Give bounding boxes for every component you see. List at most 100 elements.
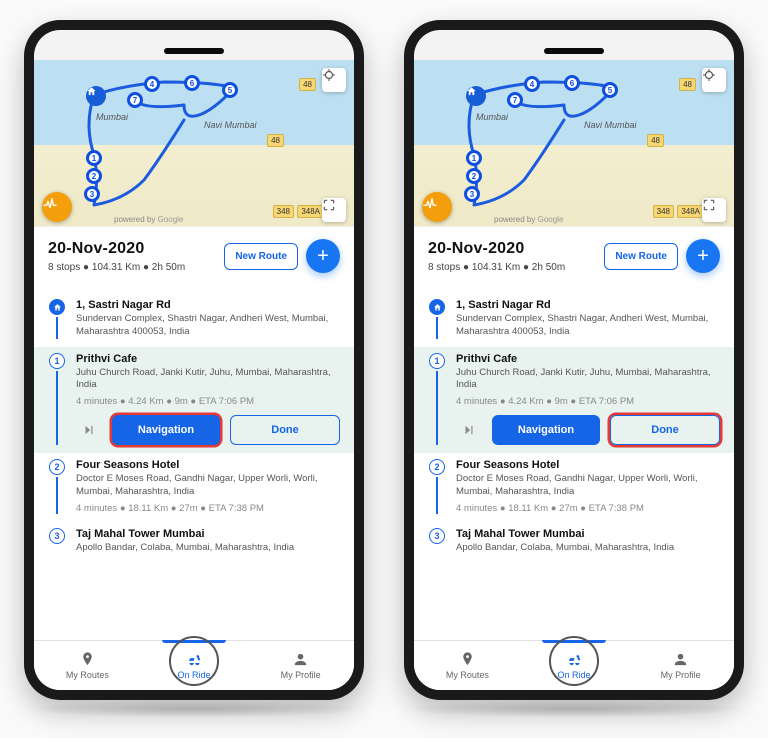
- pin-icon: [79, 651, 96, 668]
- map-marker[interactable]: 1: [86, 150, 102, 166]
- map-marker-home[interactable]: [466, 86, 486, 106]
- stop-address: Apollo Bandar, Colaba, Mumbai, Maharasht…: [456, 542, 720, 555]
- map-city-label: Navi Mumbai: [584, 120, 637, 130]
- locate-me-button[interactable]: [322, 68, 346, 92]
- stop-row[interactable]: 3 Taj Mahal Tower Mumbai Apollo Bandar, …: [414, 522, 734, 563]
- stop-row-active[interactable]: 1 Prithvi Cafe Juhu Church Road, Janki K…: [414, 347, 734, 454]
- stop-number: 1: [429, 353, 445, 369]
- map-marker[interactable]: 7: [507, 92, 523, 108]
- map-marker[interactable]: 2: [86, 168, 102, 184]
- map-city-label: Navi Mumbai: [204, 120, 257, 130]
- route-date: 20-Nov-2020: [48, 240, 216, 258]
- scooter-icon: [566, 651, 583, 668]
- pin-icon: [459, 651, 476, 668]
- map-city-label: Mumbai: [476, 112, 508, 122]
- map[interactable]: Mumbai Navi Mumbai 48 48 348A 348 1 2 3 …: [414, 60, 734, 230]
- map-marker[interactable]: 5: [602, 82, 618, 98]
- stop-meta: 4 minutes ● 4.24 Km ● 9m ● ETA 7:06 PM: [456, 396, 720, 407]
- map[interactable]: Mumbai Navi Mumbai 48 48 348A 348 1 2 3 …: [34, 60, 354, 230]
- stop-title: 1, Sastri Nagar Rd: [76, 299, 340, 311]
- locate-me-button[interactable]: [702, 68, 726, 92]
- map-marker[interactable]: 6: [184, 75, 200, 91]
- road-badge: 348: [273, 205, 294, 218]
- stop-number: 2: [49, 459, 65, 475]
- stop-number: 3: [429, 528, 445, 544]
- nav-my-profile[interactable]: My Profile: [627, 641, 734, 690]
- navigation-button[interactable]: Navigation: [112, 415, 220, 445]
- map-marker[interactable]: 3: [84, 186, 100, 202]
- nav-my-routes[interactable]: My Routes: [34, 641, 141, 690]
- map-marker[interactable]: 1: [466, 150, 482, 166]
- stop-address: Juhu Church Road, Janki Kutir, Juhu, Mum…: [76, 367, 340, 393]
- map-attribution: powered by Google: [494, 215, 563, 224]
- route-summary: 8 stops ● 104.31 Km ● 2h 50m: [428, 262, 596, 273]
- stop-title: 1, Sastri Nagar Rd: [456, 299, 720, 311]
- route-summary: 8 stops ● 104.31 Km ● 2h 50m: [48, 262, 216, 273]
- route-stats-icon[interactable]: [42, 192, 72, 222]
- stop-title: Prithvi Cafe: [76, 353, 340, 365]
- map-marker[interactable]: 2: [466, 168, 482, 184]
- stop-title: Four Seasons Hotel: [456, 459, 720, 471]
- route-header: 20-Nov-2020 8 stops ● 104.31 Km ● 2h 50m…: [414, 226, 734, 287]
- map-marker[interactable]: 4: [524, 76, 540, 92]
- stop-address: Sundervan Complex, Shastri Nagar, Andher…: [76, 313, 340, 339]
- stop-title: Four Seasons Hotel: [76, 459, 340, 471]
- scooter-icon: [186, 651, 203, 668]
- stop-address: Sundervan Complex, Shastri Nagar, Andher…: [456, 313, 720, 339]
- stop-row-start[interactable]: 1, Sastri Nagar Rd Sundervan Complex, Sh…: [414, 293, 734, 347]
- done-button[interactable]: Done: [230, 415, 340, 445]
- stop-meta: 4 minutes ● 18.11 Km ● 27m ● ETA 7:38 PM: [76, 503, 340, 514]
- route-header: 20-Nov-2020 8 stops ● 104.31 Km ● 2h 50m…: [34, 226, 354, 287]
- nav-my-routes[interactable]: My Routes: [414, 641, 521, 690]
- add-stop-fab[interactable]: +: [686, 239, 720, 273]
- map-marker[interactable]: 3: [464, 186, 480, 202]
- road-badge: 48: [647, 134, 664, 147]
- nav-my-profile[interactable]: My Profile: [247, 641, 354, 690]
- stop-address: Juhu Church Road, Janki Kutir, Juhu, Mum…: [456, 367, 720, 393]
- map-city-label: Mumbai: [96, 112, 128, 122]
- nav-on-ride[interactable]: On Ride: [521, 641, 628, 690]
- map-marker[interactable]: 6: [564, 75, 580, 91]
- nav-on-ride[interactable]: On Ride: [141, 641, 248, 690]
- screen: Mumbai Navi Mumbai 48 48 348A 348 1 2 3 …: [34, 30, 354, 690]
- stop-row[interactable]: 2 Four Seasons Hotel Doctor E Moses Road…: [34, 453, 354, 522]
- skip-next-icon[interactable]: [456, 417, 482, 443]
- bottom-navigation: My Routes On Ride My Profile: [414, 640, 734, 690]
- stop-address: Doctor E Moses Road, Gandhi Nagar, Upper…: [456, 473, 720, 499]
- route-stats-icon[interactable]: [422, 192, 452, 222]
- profile-icon: [292, 651, 309, 668]
- stop-row[interactable]: 3 Taj Mahal Tower Mumbai Apollo Bandar, …: [34, 522, 354, 563]
- stop-title: Taj Mahal Tower Mumbai: [76, 528, 340, 540]
- screen: Mumbai Navi Mumbai 48 48 348A 348 1 2 3 …: [414, 30, 734, 690]
- route-date: 20-Nov-2020: [428, 240, 596, 258]
- map-marker-home[interactable]: [86, 86, 106, 106]
- fullscreen-button[interactable]: [702, 198, 726, 222]
- map-marker[interactable]: 5: [222, 82, 238, 98]
- done-button[interactable]: Done: [610, 415, 720, 445]
- home-icon: [49, 299, 65, 315]
- map-marker[interactable]: 4: [144, 76, 160, 92]
- stop-meta: 4 minutes ● 18.11 Km ● 27m ● ETA 7:38 PM: [456, 503, 720, 514]
- road-badge: 48: [679, 78, 696, 91]
- stops-list[interactable]: 1, Sastri Nagar Rd Sundervan Complex, Sh…: [414, 287, 734, 640]
- add-stop-fab[interactable]: +: [306, 239, 340, 273]
- stop-number: 2: [429, 459, 445, 475]
- map-marker[interactable]: 7: [127, 92, 143, 108]
- new-route-button[interactable]: New Route: [224, 243, 298, 270]
- stops-list[interactable]: 1, Sastri Nagar Rd Sundervan Complex, Sh…: [34, 287, 354, 640]
- stop-number: 1: [49, 353, 65, 369]
- stop-row-start[interactable]: 1, Sastri Nagar Rd Sundervan Complex, Sh…: [34, 293, 354, 347]
- profile-icon: [672, 651, 689, 668]
- navigation-button[interactable]: Navigation: [492, 415, 600, 445]
- fullscreen-button[interactable]: [322, 198, 346, 222]
- skip-next-icon[interactable]: [76, 417, 102, 443]
- stop-row[interactable]: 2 Four Seasons Hotel Doctor E Moses Road…: [414, 453, 734, 522]
- road-badge: 348A: [677, 205, 704, 218]
- stop-meta: 4 minutes ● 4.24 Km ● 9m ● ETA 7:06 PM: [76, 396, 340, 407]
- home-icon: [429, 299, 445, 315]
- new-route-button[interactable]: New Route: [604, 243, 678, 270]
- bottom-navigation: My Routes On Ride My Profile: [34, 640, 354, 690]
- stop-number: 3: [49, 528, 65, 544]
- stop-row-active[interactable]: 1 Prithvi Cafe Juhu Church Road, Janki K…: [34, 347, 354, 454]
- map-attribution: powered by Google: [114, 215, 183, 224]
